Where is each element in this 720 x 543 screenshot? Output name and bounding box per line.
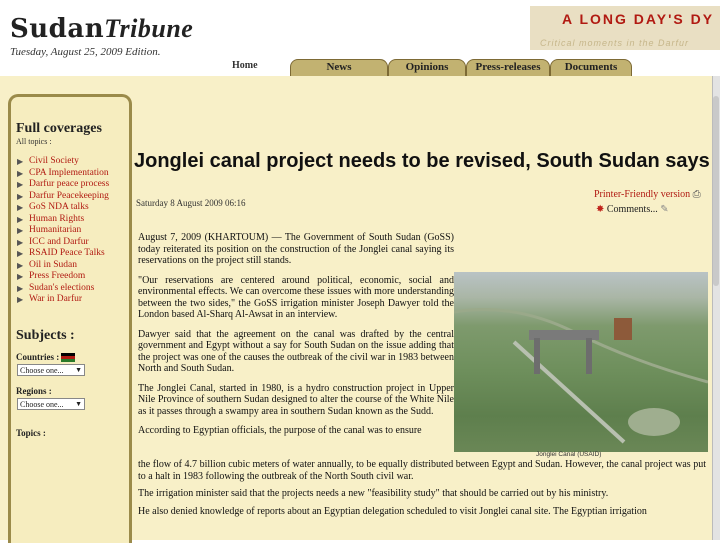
arrow-icon: ▶: [17, 260, 24, 270]
masthead: SudanTribune Tuesday, August 25, 2009 Ed…: [0, 0, 720, 62]
list-item[interactable]: ▶ Sudan's elections: [17, 283, 129, 295]
list-item[interactable]: ▶ GoS NDA talks: [17, 202, 129, 214]
article-paragraph: The irrigation minister said that the pr…: [138, 488, 609, 499]
arrow-icon: ▶: [17, 214, 24, 224]
countries-select[interactable]: Choose one... ▼: [17, 363, 85, 376]
main-nav: Home News Opinions Press-releases Docume…: [0, 58, 720, 76]
logo-sudan: Sudan: [10, 14, 105, 44]
coverage-list: ▶ Civil Society ▶ CPA Implementation ▶ Darf…: [17, 156, 129, 306]
article-paragraph: The Jonglei Canal, started in 1980, is a…: [138, 382, 454, 417]
arrow-icon: ▶: [17, 180, 24, 189]
chevron-down-icon: ▼: [75, 365, 82, 374]
subjects-heading: Subjects :: [16, 327, 75, 343]
article-photo: [454, 272, 708, 452]
list-item[interactable]: ▶ Oil in Sudan: [17, 260, 129, 272]
article-paragraph: the flow of 4.7 billion cubic meters of …: [138, 459, 706, 482]
flag-icon: [61, 352, 76, 362]
comment-bubble-icon: ✎: [660, 204, 669, 215]
article-body-wide: the flow of 4.7 billion cubic meters of …: [138, 459, 706, 523]
countries-label: Countries :: [16, 352, 129, 362]
arrow-icon: ▶: [17, 295, 24, 304]
article-date: Saturday 8 August 2009 06:16: [136, 198, 246, 208]
list-item[interactable]: ▶ Civil Society: [17, 156, 129, 168]
logo-tribune: Tribune: [104, 14, 194, 43]
arrow-icon: ▶: [17, 168, 24, 178]
chevron-down-icon: ▼: [75, 399, 82, 408]
list-item[interactable]: ▶ CPA Implementation: [17, 168, 129, 180]
tab-news[interactable]: News: [290, 59, 388, 76]
photo-caption: Jonglei Canal (USAID): [536, 451, 602, 458]
article-body: August 7, 2009 (KHARTOUM) — The Governme…: [138, 232, 454, 445]
ad-banner[interactable]: A LONG DAY'S DY Critical moments in the …: [530, 6, 720, 50]
arrow-icon: ▶: [17, 226, 24, 235]
list-item[interactable]: ▶ ICC and Darfur: [17, 237, 129, 249]
regions-label: Regions :: [16, 385, 52, 396]
list-item[interactable]: ▶ Humanitarian: [17, 225, 129, 237]
list-item[interactable]: ▶ Darfur Peacekeeping: [17, 191, 129, 203]
comments-link[interactable]: ✸ Comments... ✎: [596, 204, 669, 215]
list-item[interactable]: ▶ Human Rights: [17, 214, 129, 226]
tab-opinions[interactable]: Opinions: [388, 59, 466, 76]
topics-label: Topics :: [16, 427, 46, 438]
sidebar-heading: Full coverages: [16, 121, 102, 136]
edition-date: Tuesday, August 25, 2009 Edition.: [10, 46, 161, 58]
canal-photo-graphic: [454, 308, 708, 444]
tab-press-releases[interactable]: Press-releases: [466, 59, 550, 76]
sidebar: Full coverages All topics : ▶ Civil Socie…: [8, 94, 132, 543]
arrow-icon: ▶: [17, 283, 24, 293]
arrow-icon: ▶: [17, 203, 24, 212]
printer-icon[interactable]: ⎙: [693, 189, 701, 200]
article-header: Jonglei canal project needs to be revise…: [134, 140, 710, 173]
article-headline: Jonglei canal project needs to be revise…: [134, 150, 710, 172]
comment-star-icon: ✸: [596, 204, 605, 215]
arrow-icon: ▶: [17, 191, 24, 201]
banner-subtitle: Critical moments in the Darfur: [540, 38, 690, 48]
arrow-icon: ▶: [17, 157, 24, 166]
regions-select[interactable]: Choose one... ▼: [17, 397, 85, 410]
site-logo[interactable]: SudanTribune: [10, 14, 193, 44]
article-paragraph: Dawyer said that the agreement on the ca…: [138, 328, 454, 375]
list-item[interactable]: ▶ War in Darfur: [17, 294, 129, 306]
scrollbar-thumb[interactable]: [713, 96, 719, 286]
list-item[interactable]: ▶ Press Freedom: [17, 271, 129, 283]
list-item[interactable]: ▶ RSAID Peace Talks: [17, 248, 129, 260]
arrow-icon: ▶: [17, 272, 24, 281]
article-paragraph: According to Egyptian officials, the pur…: [138, 425, 422, 436]
article-paragraph: August 7, 2009 (KHARTOUM) — The Governme…: [138, 232, 454, 266]
arrow-icon: ▶: [17, 249, 24, 258]
article-paragraph: "Our reservations are centered around po…: [138, 274, 454, 321]
article-paragraph: He also denied knowledge of reports abou…: [138, 505, 647, 517]
printer-friendly-link[interactable]: Printer-Friendly version ⎙: [594, 189, 701, 200]
banner-title: A LONG DAY'S DY: [562, 11, 715, 27]
list-item[interactable]: ▶ Darfur peace process: [17, 179, 129, 191]
tab-documents[interactable]: Documents: [550, 59, 632, 76]
all-topics-label: All topics :: [16, 137, 52, 146]
arrow-icon: ▶: [17, 237, 24, 247]
nav-home-link[interactable]: Home: [232, 60, 258, 71]
